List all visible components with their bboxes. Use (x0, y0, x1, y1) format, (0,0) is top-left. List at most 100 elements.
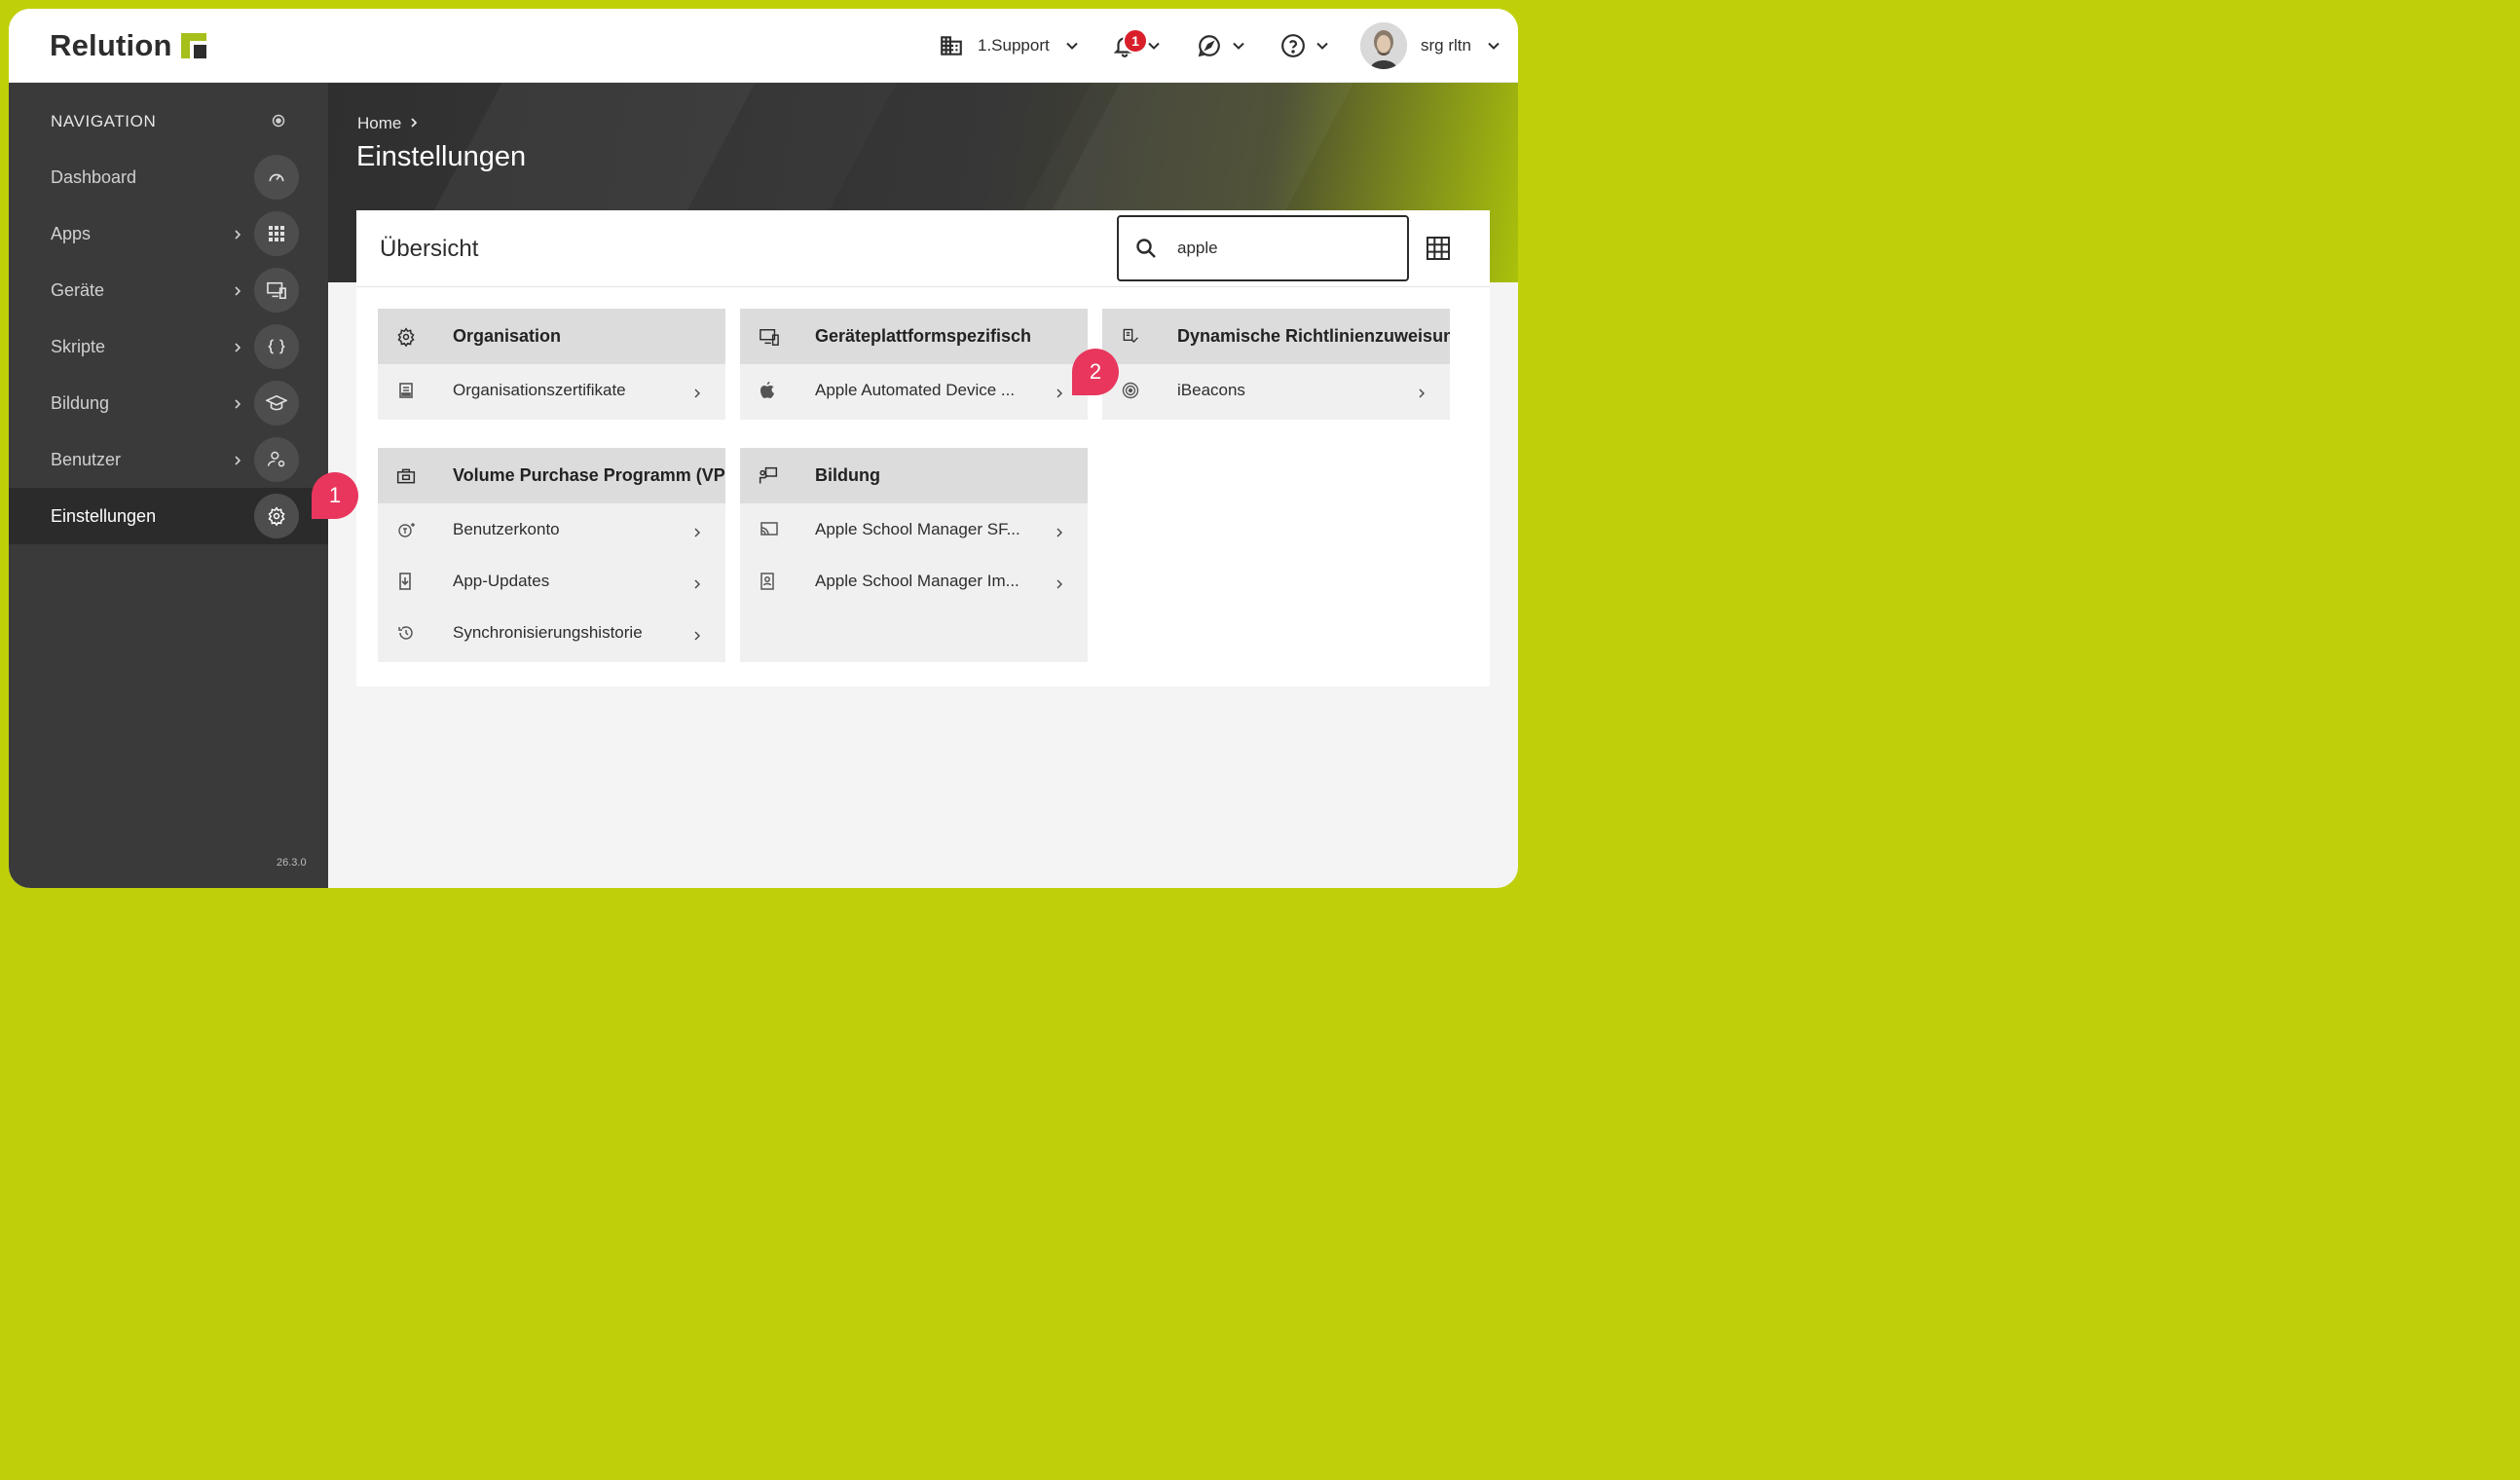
settings-group-dynamische-richtlinienzuweisung: Dynamische Richtlinienzuweisung iBeacons (1102, 309, 1450, 420)
sidebar-item-label: Apps (51, 223, 92, 243)
navigation-heading: NAVIGATION (51, 112, 157, 130)
group-header: Volume Purchase Programm (VPP) (378, 448, 725, 503)
user-name: srg rltn (1421, 36, 1471, 55)
chevron-down-icon (1316, 39, 1329, 53)
chevron-down-icon (1487, 39, 1501, 53)
chevron-right-icon (1055, 386, 1064, 397)
grid-view-icon[interactable] (1426, 236, 1451, 261)
sidebar-item-einstellungen[interactable]: Einstellungen (9, 488, 328, 544)
settings-link-apple-automated-device[interactable]: Apple Automated Device ... (740, 364, 1088, 416)
sidebar-item-label: Dashboard (51, 166, 137, 187)
organization-name: 1.Support (978, 36, 1050, 55)
link-label: Benutzerkonto (453, 519, 560, 538)
pin-sidebar-icon[interactable] (272, 114, 285, 128)
sidebar-item-dashboard[interactable]: Dashboard (9, 149, 328, 205)
group-header: Organisation (378, 309, 725, 364)
sidebar-item-skripte[interactable]: Skripte (9, 318, 328, 375)
link-label: Organisationszertifikate (453, 380, 626, 399)
user-menu[interactable]: srg rltn (1360, 22, 1501, 69)
group-title: Geräteplattformspezifisch (815, 326, 1032, 346)
annotation-marker-1: 1 (312, 472, 358, 519)
logo[interactable]: Relution (50, 28, 206, 63)
page-title: Einstellungen (356, 141, 527, 172)
cast-icon (760, 521, 778, 538)
settings-link-organisationszertifikate[interactable]: Organisationszertifikate (378, 364, 725, 416)
briefcase-icon (396, 466, 416, 486)
link-label: App-Updates (453, 571, 550, 590)
settings-link-apple-school-manager-import[interactable]: Apple School Manager Im... (740, 555, 1088, 607)
group-title: Dynamische Richtlinienzuweisung (1177, 326, 1450, 346)
device-platform-icon (759, 327, 779, 347)
group-title: Organisation (453, 326, 562, 346)
chevron-right-icon (692, 576, 702, 588)
sidebar-item-benutzer[interactable]: Benutzer (9, 431, 328, 488)
settings-group-organisation: Organisation Organisationszertifikate (378, 309, 725, 420)
building-icon (939, 33, 964, 58)
card-title: Übersicht (380, 236, 479, 262)
notification-badge: 1 (1123, 28, 1148, 54)
settings-link-apple-school-manager-sftp[interactable]: Apple School Manager SF... (740, 503, 1088, 555)
chevron-right-icon (232, 397, 243, 409)
settings-group-bildung: Bildung Apple School Manager SF... Apple… (740, 448, 1088, 662)
history-icon (397, 624, 415, 642)
chevron-right-icon (692, 525, 702, 536)
search-field[interactable] (1117, 215, 1409, 281)
app-version: 26.3.0 (277, 857, 307, 869)
settings-group-geraeteplattformspezifisch: Geräteplattformspezifisch Apple Automate… (740, 309, 1088, 420)
chevron-down-icon (1147, 39, 1161, 53)
breadcrumb-home-link[interactable]: Home (357, 114, 401, 133)
bell-icon: 1 (1112, 28, 1148, 58)
chevron-right-icon (692, 386, 702, 397)
sidebar-item-geraete[interactable]: Geräte (9, 262, 328, 318)
organization-switcher[interactable]: 1.Support (939, 22, 1079, 69)
sidebar: NAVIGATION Dashboard Apps Geräte Skripte (9, 83, 328, 888)
chevron-right-icon (232, 284, 243, 296)
search-input[interactable] (1177, 235, 1391, 262)
import-icon (760, 572, 777, 590)
sidebar-item-label: Benutzer (51, 449, 122, 469)
chevron-down-icon (1065, 39, 1079, 53)
chevron-right-icon (232, 341, 243, 352)
gear-icon (396, 327, 416, 348)
settings-link-synchronisierungshistorie[interactable]: Synchronisierungshistorie (378, 607, 725, 658)
settings-group-vpp: Volume Purchase Programm (VPP) Benutzerk… (378, 448, 725, 662)
graduation-cap-icon (254, 381, 299, 426)
help-icon (1280, 33, 1306, 58)
code-braces-icon (254, 324, 299, 369)
link-label: Apple School Manager SF... (815, 519, 1020, 538)
group-header: Geräteplattformspezifisch (740, 309, 1088, 364)
speedometer-icon (254, 155, 299, 200)
sidebar-item-label: Bildung (51, 392, 110, 413)
logo-mark-icon (180, 33, 206, 58)
user-settings-icon (254, 437, 299, 482)
sidebar-item-apps[interactable]: Apps (9, 205, 328, 262)
link-label: Apple Automated Device ... (815, 380, 1016, 399)
settings-link-benutzerkonto[interactable]: Benutzerkonto (378, 503, 725, 555)
help-menu[interactable] (1280, 22, 1329, 69)
chevron-right-icon (1055, 576, 1064, 588)
top-bar: Relution 1.Support 1 srg rltn (9, 9, 1518, 83)
settings-link-ibeacons[interactable]: iBeacons (1102, 364, 1450, 416)
sidebar-item-label: Geräte (51, 279, 105, 300)
annotation-marker-2: 2 (1072, 349, 1119, 395)
group-title: Volume Purchase Programm (VPP) (453, 465, 725, 485)
feedback-menu[interactable] (1197, 22, 1245, 69)
notifications-menu[interactable]: 1 (1112, 22, 1161, 69)
app-window: Relution 1.Support 1 srg rltn NAVIGATION… (9, 9, 1518, 888)
link-label: Apple School Manager Im... (815, 571, 1019, 590)
app-update-icon (397, 572, 415, 590)
group-header: Bildung (740, 448, 1088, 503)
gear-icon (254, 494, 299, 538)
certificate-icon (397, 382, 415, 399)
sidebar-item-bildung[interactable]: Bildung (9, 375, 328, 431)
avatar (1360, 22, 1407, 69)
chevron-right-icon (1055, 525, 1064, 536)
chevron-right-icon (232, 454, 243, 465)
compass-chat-icon (1197, 33, 1222, 58)
chevron-right-icon (1417, 386, 1427, 397)
sidebar-item-label: Einstellungen (51, 505, 157, 526)
settings-link-app-updates[interactable]: App-Updates (378, 555, 725, 607)
sidebar-item-label: Skripte (51, 336, 106, 356)
card-header: Übersicht (356, 210, 1490, 287)
apps-grid-icon (254, 211, 299, 256)
